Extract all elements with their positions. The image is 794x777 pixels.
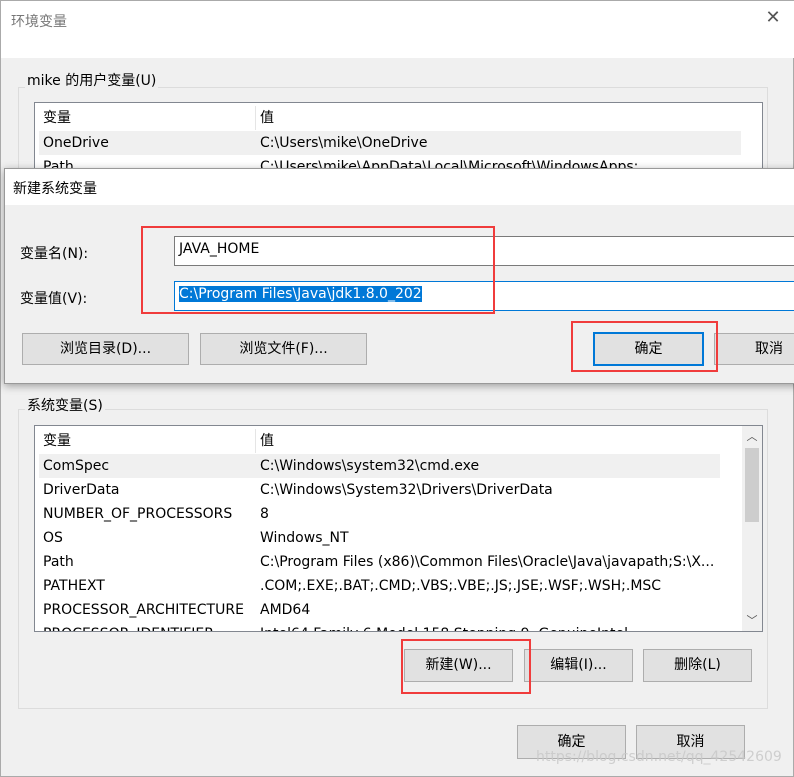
browse-file-button[interactable]: 浏览文件(F)... — [200, 333, 367, 365]
list-item[interactable]: OS Windows_NT — [39, 526, 720, 550]
list-item[interactable]: DriverData C:\Windows\System32\Drivers\Dr… — [39, 478, 720, 502]
delete-button[interactable]: 删除(L) — [643, 649, 752, 682]
dialog-title-bar: 新建系统变量 — [5, 169, 794, 205]
system-variables-label: 系统变量(S) — [25, 395, 105, 415]
dialog-cancel-button[interactable]: 取消 — [714, 333, 794, 365]
edit-button[interactable]: 编辑(I)... — [524, 649, 633, 682]
variable-value: C:\Program Files (x86)\Common Files\Orac… — [260, 554, 715, 570]
variable-name: PROCESSOR_ARCHITECTURE — [43, 602, 244, 618]
variable-value: C:\Users\mike\OneDrive — [260, 135, 428, 151]
scroll-down-icon[interactable]: ﹀ — [742, 612, 762, 628]
scrollbar[interactable]: ︿ ﹀ — [742, 426, 762, 631]
header-value[interactable]: 值 — [260, 429, 274, 453]
variable-name-label: 变量名(N): — [20, 246, 89, 262]
system-variables-list[interactable]: 变量 值 ComSpec C:\Windows\system32\cmd.exe D… — [34, 425, 763, 632]
header-value[interactable]: 值 — [260, 106, 274, 130]
variable-value: C:\Windows\system32\cmd.exe — [260, 458, 480, 474]
list-item[interactable]: PROCESSOR_IDENTIFIER Intel64 Family 6 Mod… — [39, 622, 720, 631]
list-header: 变量 值 — [39, 429, 741, 453]
list-item[interactable]: PATHEXT .COM;.EXE;.BAT;.CMD;.VBS;.VBE;.JS… — [39, 574, 720, 598]
variable-value: Windows_NT — [260, 530, 349, 546]
annotation-box — [141, 226, 495, 314]
list-header: 变量 值 — [39, 106, 741, 130]
variable-name: PATHEXT — [43, 578, 105, 594]
variable-value: Intel64 Family 6 Model 158 Stepping 9, G… — [260, 622, 628, 631]
variable-name: Path — [43, 554, 74, 570]
list-item[interactable]: ComSpec C:\Windows\system32\cmd.exe — [39, 454, 720, 478]
variable-value: C:\Windows\System32\Drivers\DriverData — [260, 482, 553, 498]
title-bar: 环境变量 ✕ — [1, 1, 794, 58]
variable-name: NUMBER_OF_PROCESSORS — [43, 506, 233, 522]
variable-value: .COM;.EXE;.BAT;.CMD;.VBS;.VBE;.JS;.JSE;.… — [260, 578, 662, 594]
annotation-box — [571, 321, 718, 372]
window-title: 环境变量 — [11, 14, 67, 30]
list-item[interactable]: NUMBER_OF_PROCESSORS 8 — [39, 502, 720, 526]
variable-name: DriverData — [43, 482, 120, 498]
header-variable[interactable]: 变量 — [43, 429, 71, 453]
scroll-up-icon[interactable]: ︿ — [742, 428, 762, 444]
dialog-title: 新建系统变量 — [13, 181, 97, 197]
variable-value: AMD64 — [260, 602, 311, 618]
watermark: https://blog.csdn.net/qq_42542609 — [536, 749, 782, 765]
variable-value-label: 变量值(V): — [20, 291, 88, 307]
variable-name: OS — [43, 530, 63, 546]
list-item[interactable]: Path C:\Program Files (x86)\Common Files\… — [39, 550, 720, 574]
variable-value: 8 — [260, 506, 269, 522]
list-item[interactable]: OneDrive C:\Users\mike\OneDrive — [39, 131, 741, 155]
browse-directory-button[interactable]: 浏览目录(D)... — [22, 333, 189, 365]
close-icon[interactable]: ✕ — [763, 7, 783, 31]
environment-variables-window: 环境变量 ✕ mike 的用户变量(U) 变量 值 OneDrive C:\Us… — [0, 0, 794, 777]
variable-name: PROCESSOR_IDENTIFIER — [43, 622, 214, 631]
variable-name: OneDrive — [43, 135, 109, 151]
new-system-variable-dialog: 新建系统变量 变量名(N): JAVA_HOME 变量值(V): C:\Prog… — [4, 168, 794, 384]
list-item[interactable]: PROCESSOR_ARCHITECTURE AMD64 — [39, 598, 720, 622]
scrollbar-thumb[interactable] — [745, 448, 759, 522]
annotation-box — [401, 639, 531, 694]
variable-name: ComSpec — [43, 458, 110, 474]
user-variables-label: mike 的用户变量(U) — [25, 70, 159, 90]
header-variable[interactable]: 变量 — [43, 106, 71, 130]
